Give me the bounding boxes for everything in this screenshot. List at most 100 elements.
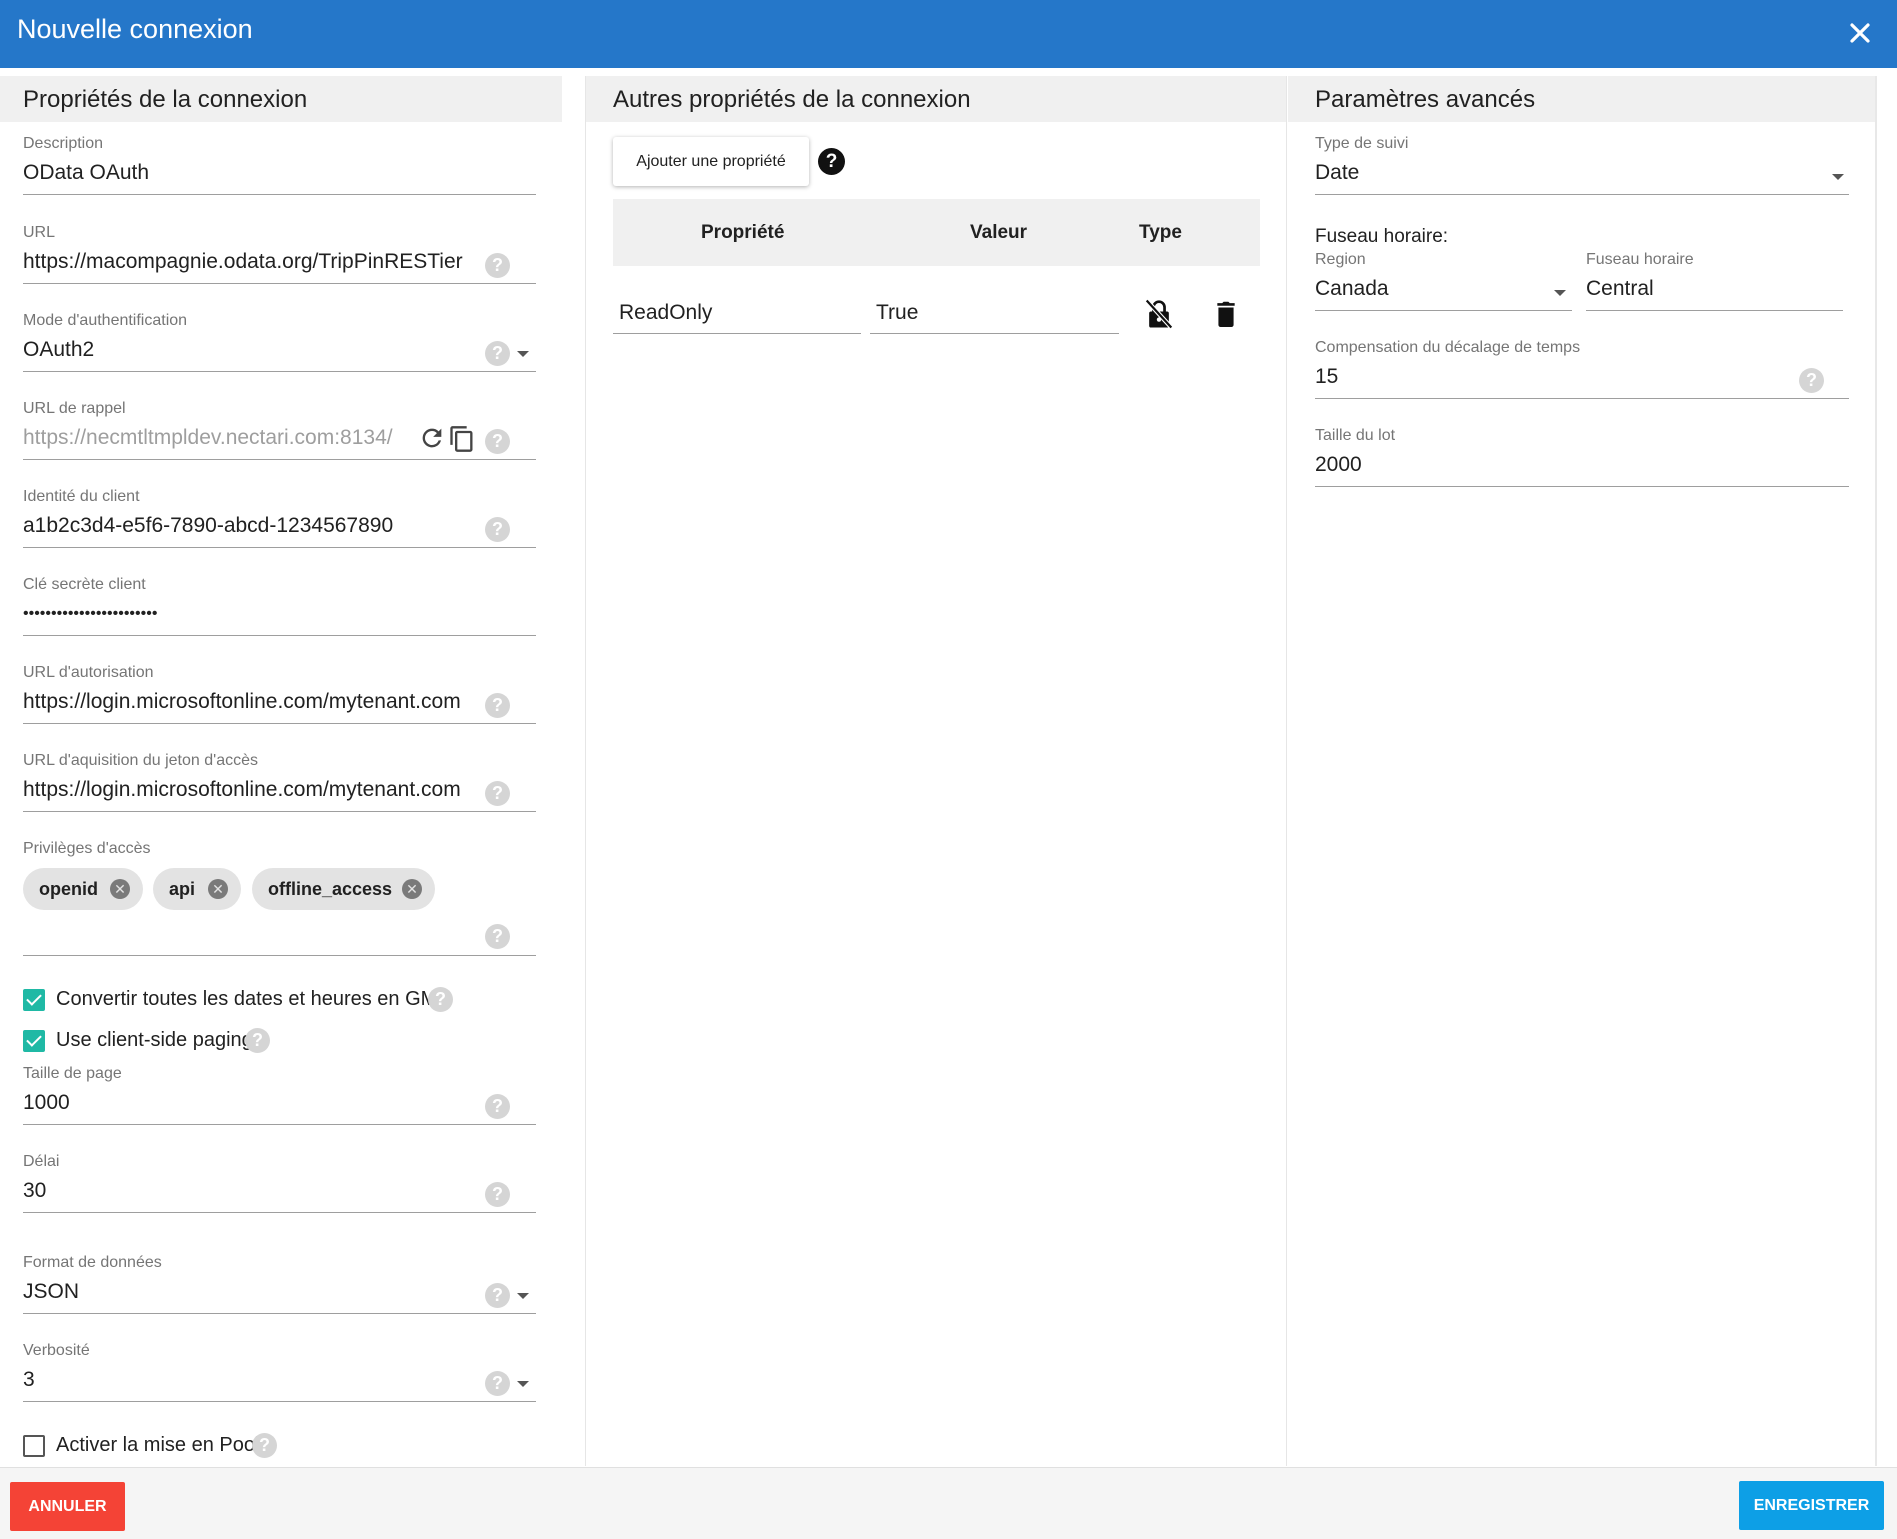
scopes-label: Privilèges d'accès [23, 840, 151, 857]
refresh-icon[interactable] [418, 424, 446, 452]
timeout-field: Délai 30 [23, 1153, 536, 1213]
new-connection-dialog: Nouvelle connexion Propriétés de la conn… [0, 0, 1897, 1539]
property-name-input[interactable]: ReadOnly [613, 295, 861, 334]
url-field: URL https://macompagnie.odata.org/TripPi… [23, 224, 536, 284]
page-size-label: Taille de page [23, 1065, 122, 1082]
auth-url-input[interactable]: https://login.microsoftonline.com/mytena… [23, 684, 536, 724]
pooling-help-icon[interactable]: ? [252, 1433, 277, 1458]
other-properties-panel: Autres propriétés de la connexion [585, 76, 1287, 1466]
property-value-input[interactable]: True [870, 295, 1119, 334]
copy-icon[interactable] [448, 424, 476, 454]
region-dropdown-icon[interactable] [1554, 290, 1566, 296]
url-label: URL [23, 224, 56, 241]
data-format-select[interactable]: JSON [23, 1274, 536, 1314]
tracking-type-select[interactable]: Date [1315, 155, 1849, 195]
column-header-value: Valeur [970, 222, 1028, 243]
data-format-field: Format de données JSON [23, 1254, 536, 1314]
verbosity-help-icon[interactable]: ? [485, 1371, 510, 1396]
auth-mode-value: OAuth2 [23, 338, 95, 361]
tracking-type-dropdown-icon[interactable] [1832, 174, 1844, 180]
chip-remove-icon[interactable]: ✕ [402, 879, 422, 899]
auth-url-help-icon[interactable]: ? [485, 693, 510, 718]
add-property-help-icon[interactable]: ? [818, 148, 845, 175]
properties-table-header: Propriété Valeur Type [613, 199, 1260, 266]
batch-size-input[interactable]: 2000 [1315, 447, 1849, 487]
region-value: Canada [1315, 277, 1389, 300]
batch-size-label: Taille du lot [1315, 427, 1396, 444]
description-field: Description OData OAuth [23, 135, 536, 195]
description-input[interactable]: OData OAuth [23, 155, 536, 195]
client-paging-checkbox[interactable] [23, 1030, 45, 1052]
page-size-input[interactable]: 1000 [23, 1085, 536, 1125]
verbosity-select[interactable]: 3 [23, 1362, 536, 1402]
panel-scrollbar[interactable] [1875, 76, 1877, 1466]
convert-gmt-help-icon[interactable]: ? [428, 987, 453, 1012]
add-property-button[interactable]: Ajouter une propriété [613, 137, 809, 186]
auth-mode-select[interactable]: OAuth2 [23, 332, 536, 372]
chip-remove-icon[interactable]: ✕ [208, 879, 228, 899]
region-field: Region Canada [1315, 251, 1572, 311]
data-format-label: Format de données [23, 1254, 162, 1271]
close-icon[interactable] [1841, 14, 1879, 52]
verbosity-value: 3 [23, 1368, 35, 1391]
client-paging-help-icon[interactable]: ? [245, 1028, 270, 1053]
pooling-label: Activer la mise en Pool [56, 1434, 260, 1456]
timezone-input[interactable]: Central [1586, 271, 1843, 311]
client-paging-label: Use client-side paging [56, 1029, 253, 1051]
scope-chip: api ✕ [153, 868, 241, 910]
time-offset-value: 15 [1315, 365, 1339, 388]
scope-chip-label: openid [39, 879, 98, 899]
auth-mode-help-icon[interactable]: ? [485, 341, 510, 366]
chip-remove-icon[interactable]: ✕ [110, 879, 130, 899]
scopes-help-icon[interactable]: ? [485, 924, 510, 949]
data-format-help-icon[interactable]: ? [485, 1283, 510, 1308]
callback-url-help-icon[interactable]: ? [485, 429, 510, 454]
timeout-input[interactable]: 30 [23, 1173, 536, 1213]
batch-size-value: 2000 [1315, 453, 1362, 476]
auth-mode-field: Mode d'authentification OAuth2 [23, 312, 536, 372]
timeout-help-icon[interactable]: ? [485, 1182, 510, 1207]
column-header-type: Type [1139, 222, 1182, 243]
data-format-dropdown-icon[interactable] [517, 1293, 529, 1299]
client-secret-field: Clé secrète client •••••••••••••••••••••… [23, 576, 536, 636]
delete-icon[interactable] [1213, 299, 1239, 329]
description-label: Description [23, 135, 104, 152]
verbosity-label: Verbosité [23, 1342, 90, 1359]
client-id-field: Identité du client a1b2c3d4-e5f6-7890-ab… [23, 488, 536, 548]
scope-chip: openid ✕ [23, 868, 143, 910]
convert-gmt-checkbox[interactable] [23, 989, 45, 1011]
time-offset-label: Compensation du décalage de temps [1315, 339, 1581, 356]
lock-off-icon[interactable] [1144, 298, 1174, 330]
region-select[interactable]: Canada [1315, 271, 1572, 311]
timezone-field: Fuseau horaire Central [1586, 251, 1843, 311]
auth-mode-dropdown-icon[interactable] [517, 351, 529, 357]
client-secret-value: •••••••••••••••••••••••• [23, 605, 158, 622]
url-input[interactable]: https://macompagnie.odata.org/TripPinRES… [23, 244, 536, 284]
client-id-help-icon[interactable]: ? [485, 517, 510, 542]
page-size-field: Taille de page 1000 [23, 1065, 536, 1125]
time-offset-input[interactable]: 15 [1315, 359, 1849, 399]
tracking-type-value: Date [1315, 161, 1360, 184]
tracking-type-label: Type de suivi [1315, 135, 1409, 152]
client-id-input[interactable]: a1b2c3d4-e5f6-7890-abcd-1234567890 [23, 508, 536, 548]
timezone-zone-label: Fuseau horaire [1586, 251, 1694, 268]
client-id-value: a1b2c3d4-e5f6-7890-abcd-1234567890 [23, 514, 394, 537]
time-offset-field: Compensation du décalage de temps 15 [1315, 339, 1849, 399]
time-offset-help-icon[interactable]: ? [1799, 368, 1824, 393]
cancel-button[interactable]: ANNULER [10, 1482, 125, 1531]
client-secret-input[interactable]: •••••••••••••••••••••••• [23, 596, 536, 636]
token-url-help-icon[interactable]: ? [485, 781, 510, 806]
convert-gmt-label: Convertir toutes les dates et heures en … [56, 988, 450, 1010]
client-secret-label: Clé secrète client [23, 576, 146, 593]
pooling-checkbox[interactable] [23, 1435, 45, 1457]
region-label: Region [1315, 251, 1366, 268]
scope-chip-label: api [169, 879, 196, 899]
advanced-settings-heading: Paramètres avancés [1288, 76, 1876, 122]
verbosity-dropdown-icon[interactable] [517, 1381, 529, 1387]
token-url-input[interactable]: https://login.microsoftonline.com/mytena… [23, 772, 536, 812]
scopes-input[interactable] [23, 918, 536, 956]
auth-url-value: https://login.microsoftonline.com/mytena… [23, 690, 461, 713]
url-help-icon[interactable]: ? [485, 253, 510, 278]
save-button[interactable]: ENREGISTRER [1739, 1481, 1884, 1530]
page-size-help-icon[interactable]: ? [485, 1094, 510, 1119]
